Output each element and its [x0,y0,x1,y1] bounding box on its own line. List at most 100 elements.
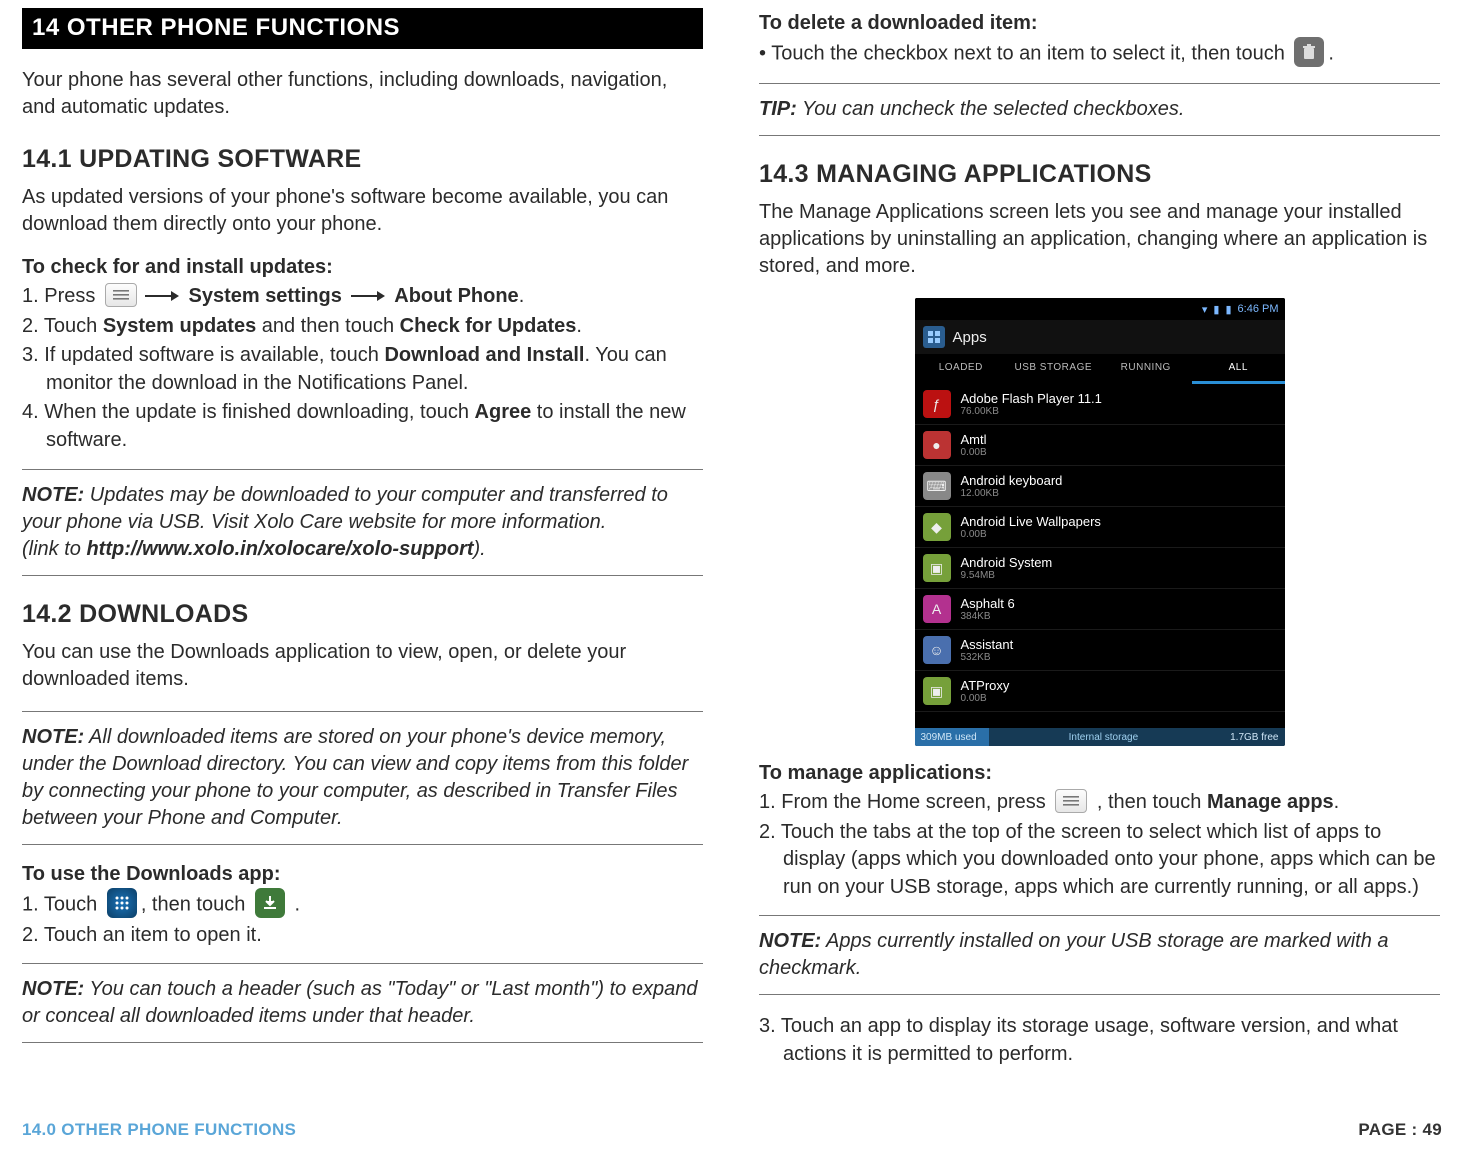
app-icon: ▣ [923,554,951,582]
app-size: 76.00KB [961,406,1277,417]
manage-apps-steps-cont: 3. Touch an app to display its storage u… [759,1013,1440,1068]
text-bold: System updates [103,315,256,337]
phone-app-row[interactable]: ƒ Adobe Flash Player 11.176.00KB [915,384,1285,425]
text-bold: Manage apps [1207,791,1334,813]
app-name: Asphalt 6 [961,596,1277,611]
footer-page-number: PAGE : 49 [1358,1120,1442,1140]
menu-icon [1055,789,1087,813]
note-expand-header: NOTE: You can touch a header (such as "T… [22,963,703,1043]
storage-free: 1.7GB free [1230,732,1278,743]
phone-storage-bar: 309MB used Internal storage 1.7GB free [915,728,1285,746]
phone-tab[interactable]: ALL [1192,354,1285,384]
section-14-1-intro: As updated versions of your phone's soft… [22,184,703,238]
step-2: 2. Touch System updates and then touch C… [22,313,703,341]
app-name: Android Live Wallpapers [961,514,1277,529]
note-label: NOTE: [22,978,84,1000]
section-14-2-intro: You can use the Downloads application to… [22,639,703,693]
app-icon: ƒ [923,390,951,418]
step-3: 3. Touch an app to display its storage u… [759,1013,1440,1068]
note-text: ). [474,538,486,560]
app-icon: ▣ [923,677,951,705]
text-bold: System settings [183,285,348,307]
check-updates-steps: 1. Press System settings About Phone. 2.… [22,283,703,455]
download-icon [255,888,285,918]
text-bold: Download and Install [384,344,584,366]
chapter-intro: Your phone has several other functions, … [22,67,703,121]
app-size: 12.00KB [961,488,1277,499]
step-2: 2. Touch an item to open it. [22,922,703,950]
phone-app-row[interactable]: ◆Android Live Wallpapers0.00B [915,507,1285,548]
phone-app-list: ƒ Adobe Flash Player 11.176.00KB ● Amtl0.00… [915,384,1285,712]
phone-app-row[interactable]: A Asphalt 6384KB [915,589,1285,630]
phone-title: Apps [953,329,987,346]
phone-tabs: LOADEDUSB STORAGERUNNINGALL [915,354,1285,384]
step-1: 1. From the Home screen, press , then to… [759,789,1440,817]
text: 1. Press [22,285,101,307]
chapter-heading: 14 OTHER PHONE FUNCTIONS [22,8,703,49]
use-downloads-steps: 1. Touch , then touch . 2. Touch an item… [22,890,703,950]
text-bold: Check for Updates [400,315,577,337]
note-usb-checkmark: NOTE: Apps currently installed on your U… [759,915,1440,995]
text: . [576,315,582,337]
phone-tab[interactable]: LOADED [915,354,1008,384]
text: and then touch [256,315,399,337]
text: 1. Touch [22,893,103,915]
text: . [519,285,525,307]
note-link-text: http://www.xolo.in/xolocare/xolo-support [86,538,473,560]
phone-tab[interactable]: USB STORAGE [1007,354,1100,384]
step-2: 2. Touch the tabs at the top of the scre… [759,819,1440,902]
step-1: 1. Press System settings About Phone. [22,283,703,311]
app-name: Assistant [961,637,1277,652]
delete-download-heading: To delete a downloaded item: [759,12,1440,35]
app-size: 9.54MB [961,570,1277,581]
phone-app-row[interactable]: ● Amtl0.00B [915,425,1285,466]
delete-download-steps: • Touch the checkbox next to an item to … [759,39,1440,69]
app-icon: ● [923,431,951,459]
app-name: Android keyboard [961,473,1277,488]
app-icon: ◆ [923,513,951,541]
right-column: To delete a downloaded item: • Touch the… [759,8,1440,1094]
signal-icon: ▮ [1213,303,1219,316]
text: . [1334,791,1340,813]
wifi-icon: ▾ [1202,303,1208,316]
text: • Touch the checkbox next to an item to … [759,42,1290,64]
arrow-icon [351,291,385,301]
tip-uncheck: TIP: You can uncheck the selected checkb… [759,83,1440,136]
footer-section: 14.0 OTHER PHONE FUNCTIONS [22,1120,296,1140]
storage-used: 309MB used [921,732,977,743]
phone-app-row[interactable]: ▣Android System9.54MB [915,548,1285,589]
phone-app-row[interactable]: ▣ATProxy0.00B [915,671,1285,712]
note-download-storage: NOTE: All downloaded items are stored on… [22,711,703,845]
note-text: Updates may be downloaded to your comput… [22,484,668,533]
app-icon: ⌨ [923,472,951,500]
text: , then touch [141,893,251,915]
app-size: 532KB [961,652,1277,663]
app-icon: A [923,595,951,623]
phone-app-row[interactable]: ⌨ Android keyboard12.00KB [915,466,1285,507]
phone-app-row[interactable]: ☺ Assistant532KB [915,630,1285,671]
note-text: You can touch a header (such as "Today" … [22,978,697,1027]
note-text: All downloaded items are stored on your … [22,726,688,829]
text-bold: About Phone [389,285,518,307]
menu-icon [105,283,137,307]
app-size: 384KB [961,611,1277,622]
text: , then touch [1091,791,1207,813]
text: 1. From the Home screen, press [759,791,1051,813]
app-name: Amtl [961,432,1277,447]
text-bold: Agree [475,401,532,423]
note-updates-usb: NOTE: Updates may be downloaded to your … [22,469,703,576]
section-14-2-title: 14.2 DOWNLOADS [22,600,703,629]
app-name: ATProxy [961,678,1277,693]
apps-title-icon [923,326,945,348]
arrow-icon [145,291,179,301]
left-column: 14 OTHER PHONE FUNCTIONS Your phone has … [22,8,703,1094]
battery-icon: ▮ [1225,303,1231,316]
app-size: 0.00B [961,447,1277,458]
app-icon: ☺ [923,636,951,664]
phone-tab[interactable]: RUNNING [1100,354,1193,384]
note-label: NOTE: [22,484,84,506]
note-label: NOTE: [759,930,821,952]
app-name: Adobe Flash Player 11.1 [961,391,1277,406]
step-4: 4. When the update is finished downloadi… [22,399,703,454]
text: . [289,893,300,915]
